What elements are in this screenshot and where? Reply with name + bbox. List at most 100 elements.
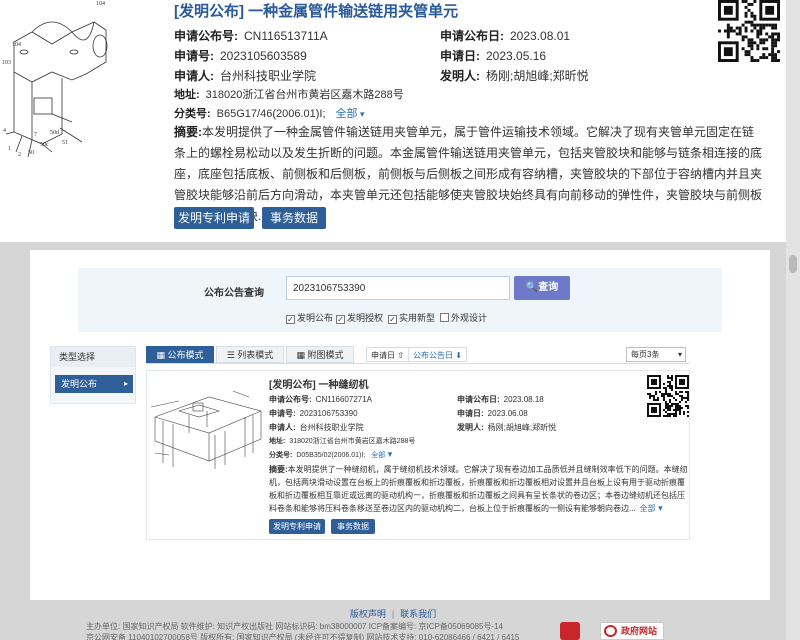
class-expand-link[interactable]: 全部 (371, 452, 392, 459)
app-no-label: 申请号: (269, 409, 296, 418)
app-no-label: 申请号: (174, 49, 214, 63)
sort-label: 公布公告日 (413, 351, 453, 360)
search-icon: 🔍 (525, 282, 539, 293)
sidebar-heading: 类型选择 (51, 347, 135, 367)
search-panel: 公布公告查询 2023106753390 🔍查询 ✓ 发明公布 ✓ 发明授权 ✓ 实用… (78, 268, 722, 332)
diagram-label: 104 (12, 42, 21, 48)
tab-list-mode[interactable]: ☰ 列表模式 (216, 346, 284, 363)
filter-utility-model[interactable]: ✓ 实用新型 (388, 311, 435, 324)
pub-date-label: 申请公布日: (440, 29, 504, 43)
result-card: [发明公布] 一种缝纫机 申请公布号: CN116607271A 申请公布日: 20… (146, 370, 690, 540)
filter-label: 实用新型 (399, 313, 436, 323)
vertical-scrollbar[interactable] (786, 0, 800, 640)
address-value: 318020浙江省台州市黄岩区嘉木路288号 (289, 438, 416, 445)
pub-no-value: CN116607271A (315, 395, 373, 404)
sort-publication-date[interactable]: 公布公告日 ⬇ (408, 347, 467, 362)
pub-date-row: 申请公布日: 2023.08.18 (457, 394, 544, 405)
tab-label: 公布模式 (167, 350, 204, 360)
app-date-row: 申请日: 2023.06.08 (457, 408, 528, 419)
tab-publication-mode[interactable]: ▦ 公布模式 (146, 346, 214, 363)
class-expand-link[interactable]: 全部 (336, 108, 365, 120)
applicant-row: 申请人: 台州科技职业学院 (174, 67, 316, 84)
inventor-value: 杨刚;胡旭峰;郑昕悦 (486, 69, 589, 83)
party-emblem-icon[interactable] (560, 622, 580, 640)
contact-link[interactable]: 联系我们 (400, 609, 436, 619)
tab-label: 列表模式 (237, 350, 274, 360)
qr-code-image (647, 375, 689, 417)
inventor-row: 发明人: 杨刚;胡旭峰;郑昕悦 (457, 422, 556, 433)
affairs-data-button[interactable]: 事务数据 (262, 207, 326, 229)
search-button-label: 查询 (538, 282, 559, 293)
copyright-link[interactable]: 版权声明 (350, 609, 386, 619)
filter-invention-publication[interactable]: ✓ 发明公布 (286, 311, 333, 324)
diagram-label: 1 (8, 146, 11, 152)
search-label: 公布公告查询 (204, 288, 264, 299)
filter-label: 发明授权 (347, 313, 384, 323)
address-row: 地址: 318020浙江省台州市黄岩区嘉木路288号 (174, 86, 404, 102)
app-no-row: 申请号: 2023106753390 (269, 408, 358, 419)
checkbox-unchecked-icon (440, 313, 449, 322)
filter-invention-grant[interactable]: ✓ 发明授权 (336, 311, 383, 324)
class-value: B65G17/46(2006.01)I; (216, 108, 326, 120)
image-grid-icon: ▦ (296, 350, 308, 360)
patent-title[interactable]: [发明公布] 一种金属管件输送链用夹管单元 (174, 0, 458, 21)
app-date-label: 申请日: (440, 49, 480, 63)
sidebar-item-invention-publication[interactable]: 发明公布 ▸ (55, 375, 133, 393)
filter-label: 外观设计 (451, 313, 488, 323)
class-label: 分类号: (269, 452, 293, 459)
results-toolbar: ▦ 公布模式 ☰ 列表模式 ▦ 附图模式 申请日 ⇧ 公布公告日 ⬇ 每页3条 (146, 346, 690, 364)
gov-site-label: 政府网站 (621, 626, 658, 636)
diagram-label: 2 (18, 152, 21, 158)
search-button[interactable]: 🔍查询 (514, 276, 570, 300)
result-title[interactable]: [发明公布] 一种缝纫机 (269, 376, 368, 391)
gov-site-badge[interactable]: 政府网站 (600, 622, 664, 640)
applicant-row: 申请人: 台州科技职业学院 (269, 422, 364, 433)
invention-application-button[interactable]: 发明专利申请 (174, 207, 254, 229)
sidebar-item-label: 发明公布 (61, 379, 98, 389)
type-sidebar: 类型选择 发明公布 ▸ (50, 346, 136, 404)
patent-drawing-image[interactable] (149, 377, 265, 477)
applicant-value: 台州科技职业学院 (220, 69, 317, 83)
class-label: 分类号: (174, 108, 211, 120)
app-no-row: 申请号: 2023105603589 (174, 47, 307, 64)
pub-date-value: 2023.08.01 (510, 29, 571, 43)
abstract-label: 摘要: (174, 125, 202, 139)
diagram-label: 50c (40, 142, 49, 148)
search-results-page: 公布公告查询 2023106753390 🔍查询 ✓ 发明公布 ✓ 发明授权 ✓ 实用… (30, 250, 770, 600)
grid-icon: ▦ (156, 350, 168, 360)
address-label: 地址: (269, 438, 286, 445)
pub-no-label: 申请公布号: (174, 29, 238, 43)
diagram-label: 50d (50, 130, 59, 136)
address-label: 地址: (174, 89, 200, 101)
sort-application-date[interactable]: 申请日 ⇧ (366, 347, 409, 362)
per-page-select[interactable]: 每页3条 (626, 347, 686, 362)
footer-info-line: 京公网安备 11040102700058号 版权所有: 国家知识产权局 (未经许… (86, 633, 520, 640)
class-value: D05B35/02(2006.01)I; (296, 452, 366, 459)
address-value: 318020浙江省台州市黄岩区嘉木路288号 (205, 89, 404, 101)
search-input[interactable]: 2023106753390 (286, 276, 510, 300)
filter-design[interactable]: 外观设计 (440, 311, 487, 324)
app-date-value: 2023.06.08 (487, 409, 528, 418)
scrollbar-thumb[interactable] (789, 255, 797, 273)
invention-application-button[interactable]: 发明专利申请 (269, 519, 325, 534)
applicant-label: 申请人: (174, 69, 214, 83)
class-row: 分类号: D05B35/02(2006.01)I; 全部 (269, 449, 392, 460)
abstract-expand-link[interactable]: 全部 (640, 504, 663, 513)
diagram-label: 51 (62, 140, 68, 146)
tab-drawing-mode[interactable]: ▦ 附图模式 (286, 346, 354, 363)
footer-separator: | (391, 609, 395, 619)
checkbox-checked-icon: ✓ (388, 315, 397, 324)
tab-label: 附图模式 (307, 350, 344, 360)
chevron-right-icon: ▸ (123, 379, 128, 388)
applicant-value: 台州科技职业学院 (299, 423, 364, 432)
pub-date-value: 2023.08.18 (503, 395, 544, 404)
patent-drawing-image[interactable] (2, 2, 110, 162)
top-result-card: 104 104 103 4 50d 50c 51 2 1 50 7 [发明公布]… (0, 0, 786, 242)
gov-site-logo-icon (604, 625, 617, 637)
affairs-data-button[interactable]: 事务数据 (331, 519, 375, 534)
inventor-row: 发明人: 杨刚;胡旭峰;郑昕悦 (440, 67, 589, 84)
checkbox-checked-icon: ✓ (286, 315, 295, 324)
list-icon: ☰ (226, 350, 238, 360)
inventor-value: 杨刚;胡旭峰;郑昕悦 (487, 423, 557, 432)
pub-no-label: 申请公布号: (269, 395, 312, 404)
